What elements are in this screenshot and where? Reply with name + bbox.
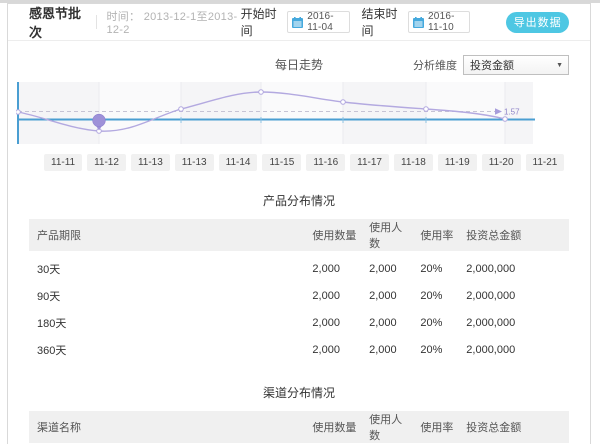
table-cell: 360天 bbox=[29, 336, 304, 363]
table-cell: 2,000,000 bbox=[458, 336, 569, 363]
header-divider bbox=[96, 15, 97, 29]
table-row: 90天2,0002,00020%2,000,000 bbox=[29, 282, 569, 309]
calendar-icon bbox=[292, 17, 303, 28]
x-axis-date-chip[interactable]: 11-15 bbox=[262, 154, 301, 171]
table-cell: 20% bbox=[412, 255, 458, 282]
channel-table-header-row: 渠道名称使用数量使用人数使用率投资总金额 bbox=[29, 411, 569, 443]
product-section-title: 产品分布情况 bbox=[8, 192, 590, 209]
header-bar: 感恩节批次 时间： 2013-12-1至2013-12-2 开始时间 2016-… bbox=[8, 4, 590, 41]
calendar-icon bbox=[413, 17, 424, 28]
table-cell: 2,000,000 bbox=[458, 255, 569, 282]
x-axis-date-chip[interactable]: 11-20 bbox=[482, 154, 521, 171]
table-cell: 2,000,000 bbox=[458, 282, 569, 309]
start-date-input[interactable]: 2016-11-04 bbox=[287, 11, 349, 33]
table-cell: 20% bbox=[412, 282, 458, 309]
dimension-select[interactable]: 投资金额 ▼ bbox=[463, 55, 569, 75]
column-header: 渠道名称 bbox=[29, 411, 304, 443]
column-header: 使用数量 bbox=[304, 219, 361, 251]
table-cell: 30天 bbox=[29, 255, 304, 282]
dimension-selected-value: 投资金额 bbox=[470, 57, 514, 73]
table-cell: 2,000 bbox=[361, 336, 412, 363]
daily-trend-chart: 1.57 bbox=[16, 82, 561, 144]
end-date-value: 2016-11-10 bbox=[428, 11, 465, 33]
batch-time-range: 时间： 2013-12-1至2013-12-2 bbox=[106, 8, 240, 36]
channel-table: 渠道名称使用数量使用人数使用率投资总金额 渠道12,0002,00020%2,0… bbox=[29, 411, 569, 444]
export-data-button[interactable]: 导出数据 bbox=[506, 12, 569, 33]
x-axis-date-chip[interactable]: 11-11 bbox=[44, 154, 82, 171]
product-table-header-row: 产品期限使用数量使用人数使用率投资总金额 bbox=[29, 219, 569, 251]
x-axis-labels: 11-11 11-12 11-13 11-13 11-1411-15 11-16 11-17… bbox=[44, 154, 590, 171]
x-axis-date-chip[interactable]: 11-18 bbox=[394, 154, 433, 171]
column-header: 产品期限 bbox=[29, 219, 304, 251]
table-cell: 2,000 bbox=[304, 309, 361, 336]
x-axis-date-chip[interactable]: 11-16 bbox=[306, 154, 345, 171]
table-cell: 20% bbox=[412, 336, 458, 363]
start-date-value: 2016-11-04 bbox=[307, 11, 344, 33]
table-cell: 90天 bbox=[29, 282, 304, 309]
x-axis-date-chip[interactable]: 11-21 bbox=[526, 154, 565, 171]
table-cell: 2,000 bbox=[304, 282, 361, 309]
x-axis-date-chip[interactable]: 11-14 bbox=[219, 154, 258, 171]
column-header: 使用数量 bbox=[304, 411, 361, 443]
start-date-label: 开始时间 bbox=[241, 5, 282, 39]
column-header: 使用率 bbox=[412, 411, 458, 443]
column-header: 投资总金额 bbox=[458, 219, 569, 251]
end-date-input[interactable]: 2016-11-10 bbox=[408, 11, 470, 33]
x-axis-date-chip[interactable]: 11-13 bbox=[131, 154, 170, 171]
product-table: 产品期限使用数量使用人数使用率投资总金额 30天2,0002,00020%2,0… bbox=[29, 219, 569, 363]
dimension-control: 分析维度 投资金额 ▼ bbox=[413, 55, 569, 75]
table-row: 180天2,0002,00020%2,000,000 bbox=[29, 309, 569, 336]
column-header: 使用率 bbox=[412, 219, 458, 251]
x-axis-date-chip[interactable]: 11-17 bbox=[350, 154, 389, 171]
column-header: 使用人数 bbox=[361, 219, 412, 251]
column-header: 投资总金额 bbox=[458, 411, 569, 443]
x-axis-date-chip[interactable]: 11-19 bbox=[438, 154, 477, 171]
table-row: 360天2,0002,00020%2,000,000 bbox=[29, 336, 569, 363]
channel-section-title: 渠道分布情况 bbox=[8, 384, 590, 401]
column-header: 使用人数 bbox=[361, 411, 412, 443]
x-axis-date-chip[interactable]: 11-13 bbox=[175, 154, 214, 171]
dimension-label: 分析维度 bbox=[413, 57, 457, 73]
table-cell: 180天 bbox=[29, 309, 304, 336]
table-cell: 20% bbox=[412, 309, 458, 336]
dashboard-card: 感恩节批次 时间： 2013-12-1至2013-12-2 开始时间 2016-… bbox=[7, 3, 591, 444]
x-axis-date-chip[interactable]: 11-12 bbox=[87, 154, 126, 171]
table-cell: 2,000 bbox=[304, 336, 361, 363]
end-date-label: 结束时间 bbox=[362, 5, 403, 39]
date-filter-group: 开始时间 2016-11-04 结束时间 bbox=[241, 5, 471, 39]
table-cell: 2,000 bbox=[304, 255, 361, 282]
table-cell: 2,000,000 bbox=[458, 309, 569, 336]
table-cell: 2,000 bbox=[361, 309, 412, 336]
page-title: 感恩节批次 bbox=[29, 3, 86, 41]
reference-value-label: 1.57 bbox=[504, 108, 520, 117]
chevron-down-icon: ▼ bbox=[556, 62, 563, 69]
chart-header: 每日走势 分析维度 投资金额 ▼ bbox=[8, 56, 590, 74]
table-cell: 2,000 bbox=[361, 255, 412, 282]
table-cell: 2,000 bbox=[361, 282, 412, 309]
table-row: 30天2,0002,00020%2,000,000 bbox=[29, 255, 569, 282]
